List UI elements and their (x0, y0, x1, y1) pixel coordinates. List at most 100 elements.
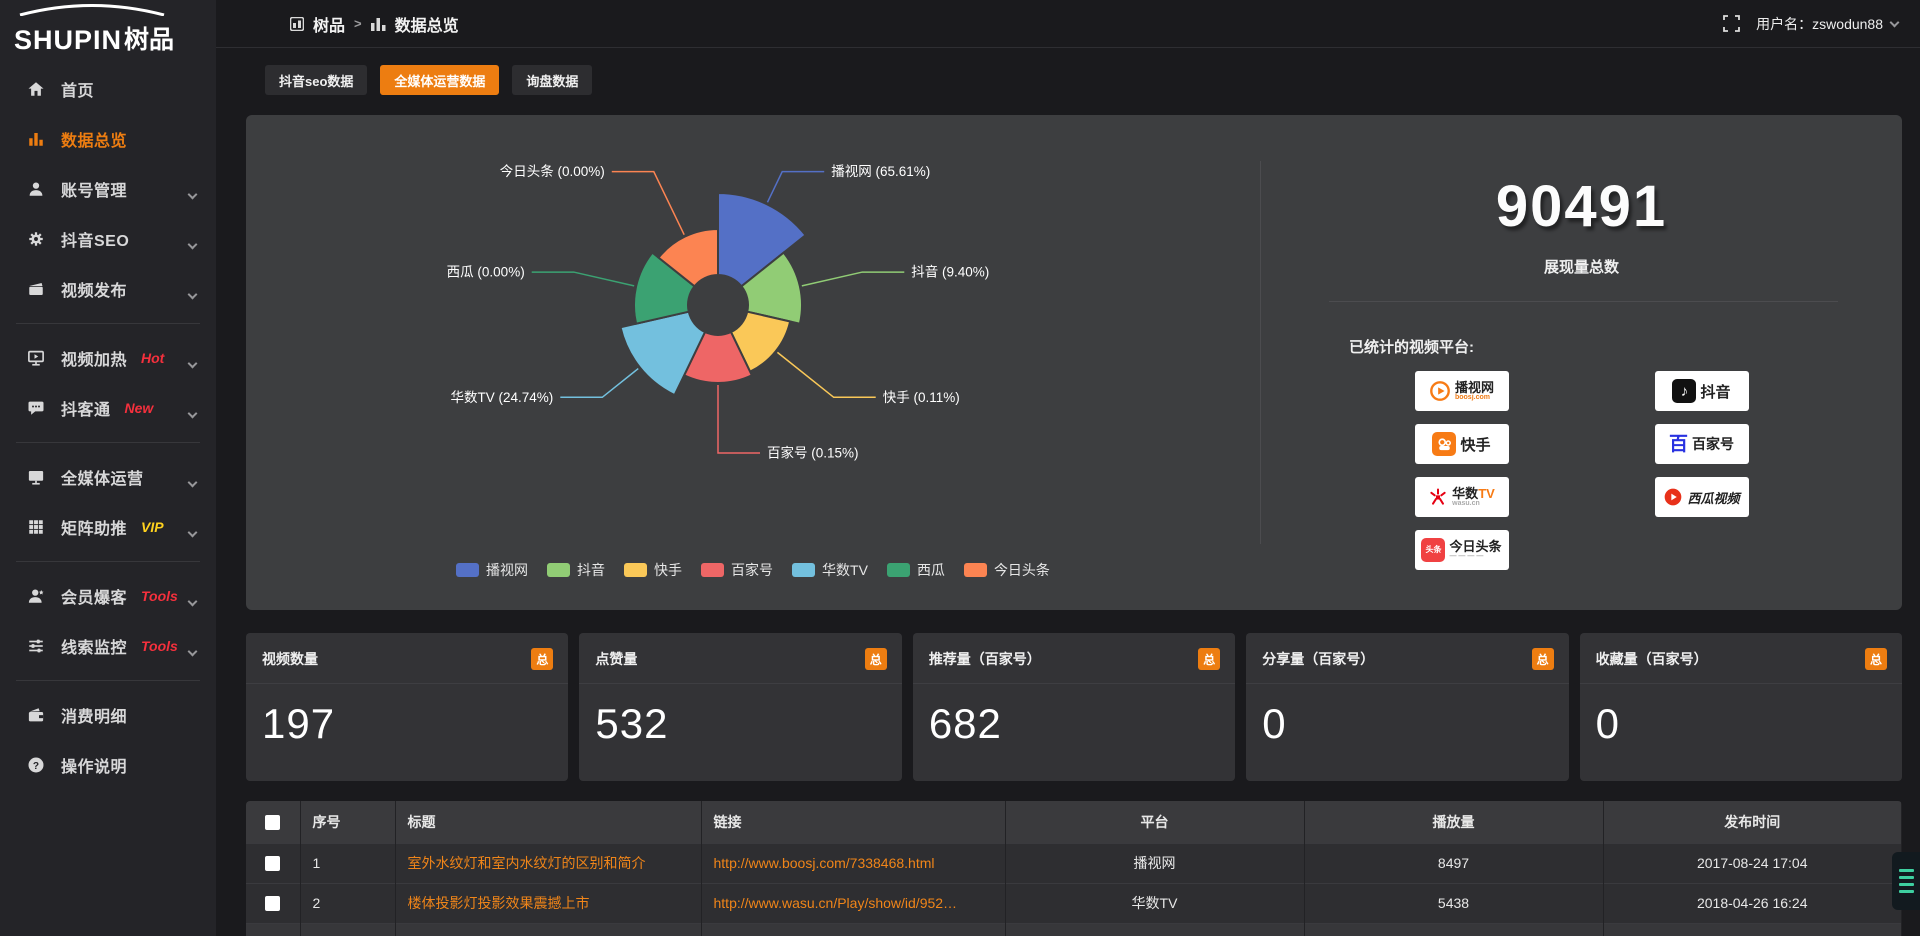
rose-chart[interactable]: 播视网 (65.61%)抖音 (9.40%)快手 (0.11%)百家号 (0.1… (246, 115, 1260, 555)
sidebar-item-会员爆客[interactable]: 会员爆客Tools (0, 571, 216, 621)
kuaishou-logo-icon (1432, 432, 1456, 456)
breadcrumb-root[interactable]: 树品 (313, 12, 345, 36)
sidebar-divider (16, 323, 200, 324)
sidebar-item-label: 操作说明 (61, 753, 127, 777)
total-impressions-label: 展现量总数 (1261, 256, 1902, 277)
legend-item-播视网[interactable]: 播视网 (456, 560, 528, 580)
sidebar-divider (16, 442, 200, 443)
legend-item-今日头条[interactable]: 今日头条 (964, 560, 1050, 580)
title-link[interactable]: 室外水纹灯和室内水纹灯的区别和简介 (408, 855, 646, 871)
sidebar-item-label: 消费明细 (61, 703, 127, 727)
sidebar-item-矩阵助推[interactable]: 矩阵助推VIP (0, 502, 216, 552)
stat-card-header: 视频数量总 (246, 633, 568, 684)
slice-label-快手: 快手 (0.11%) (883, 390, 960, 405)
platform-badge-今日头条[interactable]: 头条今日头条— — — — (1415, 530, 1509, 570)
row-checkbox[interactable] (265, 856, 280, 871)
slice-label-抖音: 抖音 (9.40%) (911, 264, 989, 280)
platform-badge-抖音[interactable]: ♪抖音 (1655, 371, 1749, 411)
row-checkbox[interactable] (265, 896, 280, 911)
legend-swatch (701, 563, 724, 577)
sidebar-menu: 首页数据总览账号管理抖音SEO 视频发布视频加热Hot抖客通New 全媒体运营矩阵助… (0, 64, 216, 790)
sidebar-item-首页[interactable]: 首页 (0, 64, 216, 114)
sidebar-item-线索监控[interactable]: 线索监控Tools (0, 621, 216, 671)
legend-label: 快手 (654, 560, 682, 580)
stat-card-title: 推荐量（百家号） (929, 649, 1041, 669)
platform-grid: 播视网boosj.com ♪抖音快手 百百家号华数TVwasu.cn 西瓜视频头条今日… (1261, 371, 1902, 570)
legend-item-快手[interactable]: 快手 (624, 560, 682, 580)
sidebar-item-label: 抖客通 (61, 396, 111, 420)
select-all-checkbox[interactable] (265, 815, 280, 830)
logo-arc-icon (16, 4, 168, 16)
sidebar-item-操作说明[interactable]: ?操作说明 (0, 740, 216, 790)
sidebar-item-数据总览[interactable]: 数据总览 (0, 114, 216, 164)
stat-card-title: 收藏量（百家号） (1596, 649, 1708, 669)
slice-label-今日头条: 今日头条 (0.00%) (500, 163, 605, 179)
stat-card-header: 收藏量（百家号）总 (1580, 633, 1902, 684)
total-impressions-value: 90491 (1261, 173, 1902, 240)
slice-label-播视网: 播视网 (65.61%) (831, 164, 930, 179)
sidebar-item-badge: Hot (141, 350, 164, 366)
sidebar-item-账号管理[interactable]: 账号管理 (0, 164, 216, 214)
cell-title: 室外水纹灯和室内水纹灯的区别和简介 (395, 843, 701, 883)
legend-label: 西瓜 (917, 560, 945, 580)
boosj-logo-icon (1429, 380, 1451, 402)
stat-card-header: 推荐量（百家号）总 (913, 633, 1235, 684)
platform-badge-百家号[interactable]: 百百家号 (1655, 424, 1749, 464)
bar-chart-icon (26, 129, 46, 149)
legend-item-西瓜[interactable]: 西瓜 (887, 560, 945, 580)
platform-badge-快手[interactable]: 快手 (1415, 424, 1509, 464)
stat-card-title: 视频数量 (262, 649, 318, 669)
platform-badge-播视网[interactable]: 播视网boosj.com (1415, 371, 1509, 411)
sidebar-item-视频加热[interactable]: 视频加热Hot (0, 333, 216, 383)
url-link[interactable]: http://www.wasu.cn/Play/show/id/952… (714, 895, 958, 911)
chevron-down-icon (189, 354, 196, 372)
table-row: 2 楼体投影灯投影效果震撼上市 http://www.wasu.cn/Play/sh… (246, 883, 1902, 923)
data-tabs: 抖音seo数据全媒体运营数据询盘数据 (265, 65, 1902, 95)
fullscreen-icon[interactable] (1723, 15, 1740, 32)
sidebar-item-全媒体运营[interactable]: 全媒体运营 (0, 452, 216, 502)
label-line-今日头条 (612, 172, 684, 235)
legend-item-抖音[interactable]: 抖音 (547, 560, 605, 580)
cell-plays: 8497 (1304, 843, 1603, 883)
sidebar-item-消费明细[interactable]: 消费明细 (0, 690, 216, 740)
cell-time: 2017-08-24 17:04 (1603, 843, 1902, 883)
cell-index: 2 (300, 883, 395, 923)
user-menu[interactable]: 用户名：zswodun88 (1756, 14, 1898, 34)
stat-card-推荐量（百家号）: 推荐量（百家号）总682 (913, 633, 1235, 781)
url-link[interactable]: http://www.boosj.com/7338468.html (714, 855, 935, 871)
empty-cell (300, 923, 395, 936)
sidebar-item-抖音SEO[interactable]: 抖音SEO (0, 214, 216, 264)
stat-card-title: 分享量（百家号） (1262, 649, 1374, 669)
tab-抖音seo数据[interactable]: 抖音seo数据 (265, 65, 367, 95)
legend-item-华数TV[interactable]: 华数TV (792, 560, 868, 580)
cell-index: 1 (300, 843, 395, 883)
slice-label-华数TV: 华数TV (24.74%) (451, 390, 554, 405)
label-line-西瓜 (532, 272, 634, 286)
sidebar-item-label: 视频发布 (61, 277, 127, 301)
platform-badge-西瓜视频[interactable]: 西瓜视频 (1655, 477, 1749, 517)
legend-swatch (456, 563, 479, 577)
sidebar-item-抖客通[interactable]: 抖客通New (0, 383, 216, 433)
table-row-partial (246, 923, 1902, 936)
tab-询盘数据[interactable]: 询盘数据 (512, 65, 592, 95)
title-link[interactable]: 楼体投影灯投影效果震撼上市 (408, 895, 590, 911)
chevron-down-icon (1890, 17, 1900, 27)
total-badge: 总 (865, 648, 887, 670)
rose-slice-华数TV[interactable] (621, 312, 705, 395)
tab-全媒体运营数据[interactable]: 全媒体运营数据 (380, 65, 499, 95)
site-icon (290, 17, 304, 31)
chevron-down-icon (189, 404, 196, 422)
floating-contact-widget[interactable] (1892, 852, 1920, 910)
main-content: 抖音seo数据全媒体运营数据询盘数据 播视网 (65.61%) 抖音 (9.40%… (216, 48, 1920, 936)
chevron-down-icon (189, 235, 196, 253)
gear-icon (26, 229, 46, 249)
cell-platform: 华数TV (1005, 883, 1304, 923)
stat-card-value: 0 (1262, 700, 1568, 748)
stat-card-点赞量: 点赞量总532 (579, 633, 901, 781)
platform-badge-华数TV[interactable]: 华数TVwasu.cn (1415, 477, 1509, 517)
column-header-播放量: 播放量 (1304, 801, 1603, 843)
legend-item-百家号[interactable]: 百家号 (701, 560, 773, 580)
sidebar-item-视频发布[interactable]: 视频发布 (0, 264, 216, 314)
cell-title: 楼体投影灯投影效果震撼上市 (395, 883, 701, 923)
legend-label: 百家号 (731, 560, 773, 580)
